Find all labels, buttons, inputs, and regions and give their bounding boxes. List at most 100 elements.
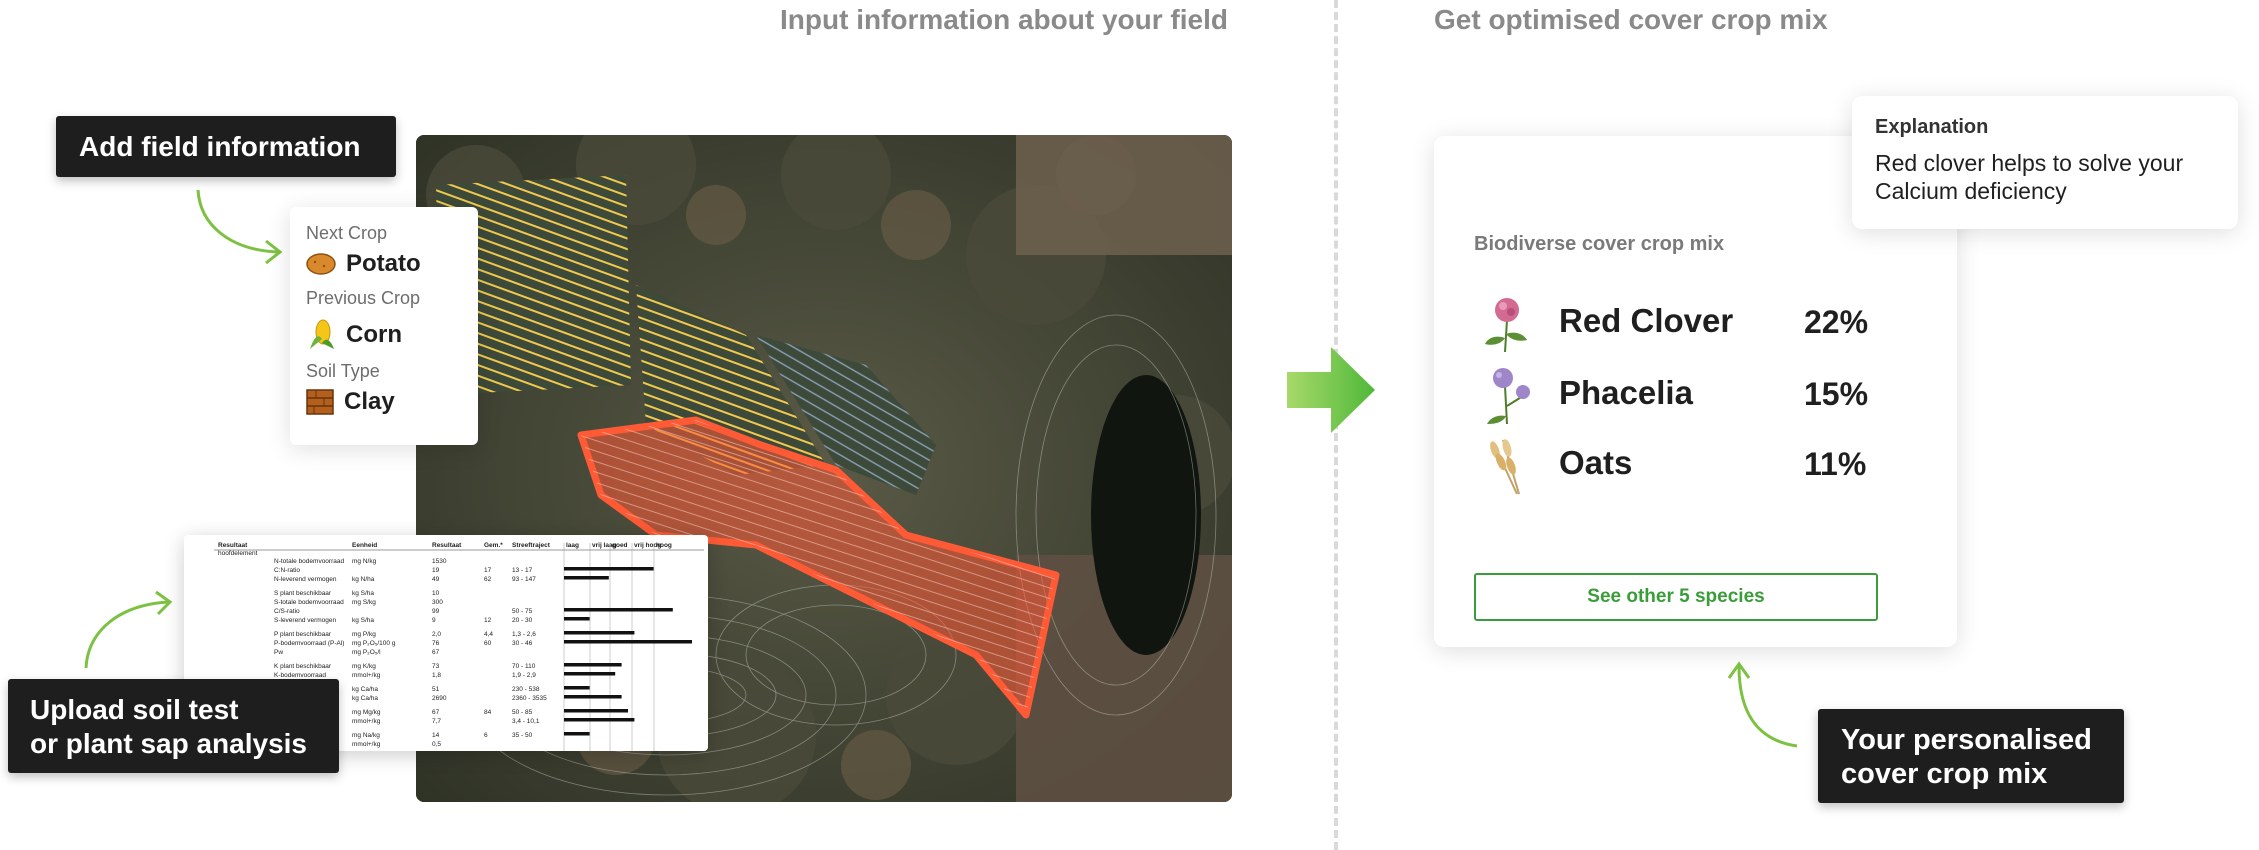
table-row-average: 12 xyxy=(484,617,492,624)
table-row-unit: mg P/kg xyxy=(352,631,376,638)
table-row-target: 1,9 - 2,9 xyxy=(512,672,536,679)
table-header: Eenheid xyxy=(352,542,377,549)
red-clover-icon xyxy=(1485,298,1527,353)
personalised-mix-callout: Your personalised cover crop mix xyxy=(1818,709,2124,803)
previous-crop-text: Corn xyxy=(346,321,402,348)
table-row-value: 19 xyxy=(432,567,440,574)
table-row-bar xyxy=(564,576,609,580)
species-row-phacelia[interactable]: Phacelia 15% xyxy=(1434,366,1957,426)
table-row-unit: mg S/kg xyxy=(352,599,376,606)
soil-type-label: Soil Type xyxy=(306,361,380,381)
previous-crop-label: Previous Crop xyxy=(306,288,421,308)
table-row-bar xyxy=(564,617,590,621)
table-row-value: 67 xyxy=(432,709,440,716)
table-row-target: 70 - 110 xyxy=(512,663,536,670)
table-row-value: 76 xyxy=(432,640,440,647)
explanation-text: Red clover helps to solve your Calcium d… xyxy=(1875,150,2184,204)
explanation-label: Explanation xyxy=(1875,116,1989,138)
output-section-heading: Get optimised cover crop mix xyxy=(1434,4,1828,35)
table-row-name: K plant beschikbaar xyxy=(274,663,332,670)
table-row-bar xyxy=(564,709,628,713)
table-row-bar xyxy=(564,672,616,676)
table-row-value: 1,8 xyxy=(432,672,441,679)
table-row-unit: kg Ca/ha xyxy=(352,695,378,702)
species-percent-oats: 11% xyxy=(1804,446,1867,482)
table-row-value: 14 xyxy=(432,732,440,739)
soil-type-text: Clay xyxy=(344,388,395,415)
field-info-card[interactable]: Next Crop Potato Previous Crop Corn Soil… xyxy=(290,207,478,445)
table-row-target: 1,3 - 2,6 xyxy=(512,631,536,638)
upload-soil-test-callout: Upload soil test or plant sap analysis xyxy=(8,679,339,773)
upload-callout-line2: or plant sap analysis xyxy=(30,728,307,759)
table-row-name: C/S-ratio xyxy=(274,608,300,615)
table-row-value: 10 xyxy=(432,590,440,597)
input-section-heading: Input information about your field xyxy=(780,4,1228,35)
table-row-unit: mg Na/kg xyxy=(352,732,380,739)
phacelia-icon xyxy=(1487,368,1530,425)
table-header: Streeftraject xyxy=(512,542,551,549)
table-header: Gem.* xyxy=(484,542,503,549)
oats-icon xyxy=(1490,439,1520,495)
table-row-value: 99 xyxy=(432,608,440,615)
table-row-bar xyxy=(564,631,635,635)
table-row-bar xyxy=(564,567,654,571)
table-row-unit: mmol+/kg xyxy=(352,672,381,679)
table-row-bar xyxy=(564,718,635,722)
table-row-value: 73 xyxy=(432,663,440,670)
table-row-value: 300 xyxy=(432,599,443,606)
table-row-target: 30 - 46 xyxy=(512,640,533,647)
table-row-unit: mg P₂O₅/100 g xyxy=(352,640,396,647)
table-row-value: 7,7 xyxy=(432,718,441,725)
table-row-unit: mg K/kg xyxy=(352,663,376,670)
table-row-target: 93 - 147 xyxy=(512,576,536,583)
corn-icon xyxy=(310,319,334,349)
species-row-red-clover[interactable]: Red Clover 22% xyxy=(1434,294,1957,354)
table-row-bar xyxy=(564,686,590,690)
table-row-average: 62 xyxy=(484,576,492,583)
table-row-name: P-bodemvoorraad (P-Al) xyxy=(274,640,344,647)
species-row-oats[interactable]: Oats 11% xyxy=(1434,436,1957,496)
species-percent-red-clover: 22% xyxy=(1804,304,1869,340)
species-name-phacelia: Phacelia xyxy=(1559,374,1693,411)
table-row-target: 50 - 85 xyxy=(512,709,533,716)
table-row-target: 20 - 30 xyxy=(512,617,533,624)
table-row-target: 13 - 17 xyxy=(512,567,533,574)
table-row-unit: mg P₂O₅/l xyxy=(352,649,381,656)
table-row-value: 67 xyxy=(432,649,440,656)
table-row-unit: kg S/ha xyxy=(352,617,374,624)
see-other-species-button[interactable]: See other 5 species xyxy=(1474,573,1878,621)
add-field-callout-text: Add field information xyxy=(79,131,361,162)
arrow-to-soil-document-icon xyxy=(84,590,173,669)
table-header: hoog xyxy=(656,542,672,549)
table-row-unit: mg Mg/kg xyxy=(352,709,381,716)
table-row-unit: mg N/kg xyxy=(352,558,377,565)
table-row-name: N-totale bodemvoorraad xyxy=(274,558,344,565)
potato-icon xyxy=(306,253,336,275)
table-header: laag xyxy=(566,542,579,549)
next-crop-text: Potato xyxy=(346,250,421,277)
table-row-name: N-leverend vermogen xyxy=(274,576,337,583)
table-row-value: 49 xyxy=(432,576,440,583)
table-header: Resultaat xyxy=(218,542,248,549)
table-row-target: 3,4 - 10,1 xyxy=(512,718,540,725)
table-row-name: S-totale bodemvoorraad xyxy=(274,599,344,606)
table-row-average: 17 xyxy=(484,567,492,574)
table-row-bar xyxy=(564,640,692,644)
personalised-callout-line2: cover crop mix xyxy=(1841,758,2048,790)
clay-soil-icon xyxy=(306,389,334,415)
upload-callout-line1: Upload soil test xyxy=(30,694,239,725)
species-percent-phacelia: 15% xyxy=(1804,376,1869,412)
table-row-unit: kg N/ha xyxy=(352,576,375,583)
next-crop-value[interactable]: Potato xyxy=(306,250,462,278)
mix-title: Biodiverse cover crop mix xyxy=(1474,233,1725,255)
table-row-value: 2,0 xyxy=(432,631,441,638)
previous-crop-value[interactable]: Corn xyxy=(306,319,462,351)
table-row-average: 4,4 xyxy=(484,631,493,638)
species-name-oats: Oats xyxy=(1559,444,1633,481)
table-row-name: S plant beschikbaar xyxy=(274,590,332,597)
table-row-value: 0,5 xyxy=(432,741,441,748)
arrow-to-mix-card-icon xyxy=(1727,661,1798,748)
table-row-unit: kg Ca/ha xyxy=(352,686,378,693)
soil-type-value[interactable]: Clay xyxy=(306,388,462,416)
table-row-unit: kg S/ha xyxy=(352,590,374,597)
